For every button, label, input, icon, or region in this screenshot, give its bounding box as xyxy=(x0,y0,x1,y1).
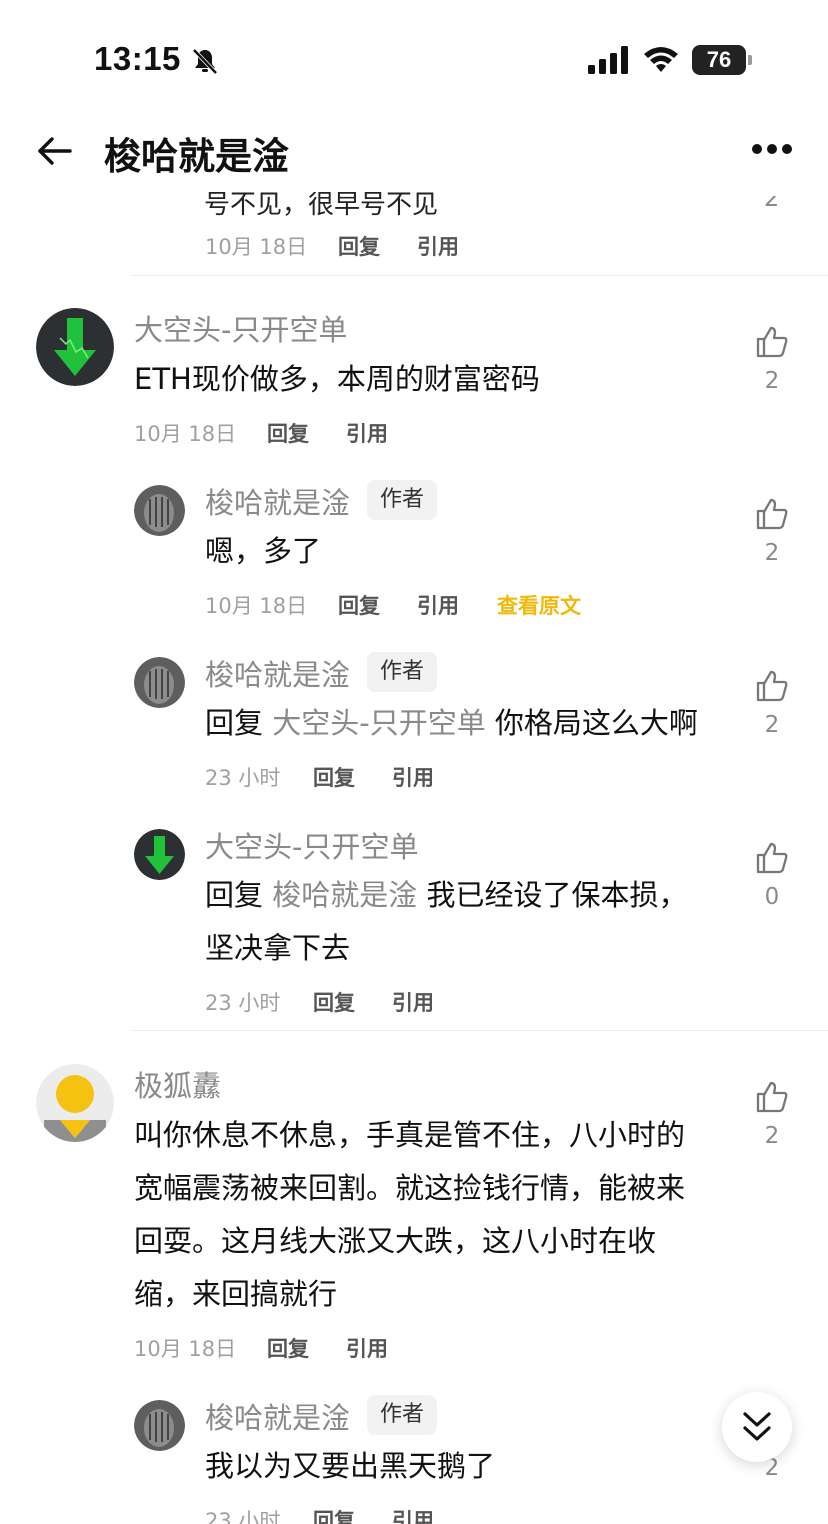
avatar[interactable] xyxy=(134,657,185,708)
avatar[interactable] xyxy=(36,308,114,386)
comment-date: 23 小时 xyxy=(205,991,281,1015)
like-count: 2 xyxy=(764,368,780,394)
quote-button[interactable]: 引用 xyxy=(417,590,459,620)
thumbs-up-icon[interactable] xyxy=(755,669,789,703)
comment-text-line: 叫你休息不休息，手真是管不住，八小时的 xyxy=(134,1118,686,1152)
like-count: 2 xyxy=(764,712,780,738)
cellular-signal-icon xyxy=(588,46,628,74)
divider xyxy=(132,1030,828,1031)
quote-button[interactable]: 引用 xyxy=(392,987,434,1017)
comment-text-line: 缩，来回搞就行 xyxy=(134,1277,338,1311)
reply-body: 你格局这么大啊 xyxy=(494,706,698,740)
divider xyxy=(132,275,828,276)
scroll-to-bottom-button[interactable] xyxy=(722,1392,792,1462)
quote-button[interactable]: 引用 xyxy=(346,1333,388,1363)
reply-body: 我已经设了保本损， xyxy=(426,878,688,912)
comment-author[interactable]: 梭哈就是淦 xyxy=(205,480,350,522)
comment-date: 10月 18日 xyxy=(205,594,308,618)
reply-button[interactable]: 回复 xyxy=(267,1333,309,1363)
like-count: 2 xyxy=(764,540,780,566)
comment-text: ETH现价做多，本周的财富密码 xyxy=(134,362,540,396)
comment-author[interactable]: 极狐纛 xyxy=(134,1063,221,1105)
more-icon[interactable] xyxy=(752,144,794,156)
bell-muted-icon xyxy=(192,48,218,75)
top-nav-bar: 梭哈就是淦 xyxy=(0,110,828,190)
reply-button[interactable]: 回复 xyxy=(313,1505,355,1524)
thumbs-up-icon[interactable] xyxy=(755,841,789,875)
status-bar: 13:15 76 xyxy=(0,0,828,110)
avatar[interactable] xyxy=(36,1064,114,1142)
reply-prefix: 回复 xyxy=(205,706,264,740)
battery-tip xyxy=(748,55,752,65)
comment-author[interactable]: 梭哈就是淦 xyxy=(205,652,350,694)
wifi-icon xyxy=(644,47,678,72)
thumbs-up-icon[interactable] xyxy=(755,325,789,359)
comment-date: 10月 18日 xyxy=(134,1337,237,1361)
comment-text-line: 回复 梭哈就是淦 我已经设了保本损， xyxy=(205,869,687,922)
quote-button[interactable]: 引用 xyxy=(392,1505,434,1524)
status-time: 13:15 xyxy=(94,40,181,77)
comment-date: 10月 18日 xyxy=(205,235,308,259)
comment-text-line: 坚决拿下去 xyxy=(205,931,351,965)
battery-indicator: 76 xyxy=(692,45,752,75)
comment-text-line: 回耍。这月线大涨又大跌，这八小时在收 xyxy=(134,1224,657,1258)
quote-button[interactable]: 引用 xyxy=(392,762,434,792)
reply-button[interactable]: 回复 xyxy=(313,762,355,792)
quote-button[interactable]: 引用 xyxy=(417,231,459,261)
reply-button[interactable]: 回复 xyxy=(338,231,380,261)
reply-button[interactable]: 回复 xyxy=(338,590,380,620)
author-badge: 作者 xyxy=(367,1395,438,1435)
like-count: 0 xyxy=(764,884,780,910)
comment-text-line: 宽幅震荡被来回割。就这捡钱行情，能被来 xyxy=(134,1171,686,1205)
chevron-double-down-icon xyxy=(743,1412,771,1441)
view-original-button[interactable]: 查看原文 xyxy=(497,590,581,620)
thumbs-up-icon[interactable] xyxy=(755,497,789,531)
reply-button[interactable]: 回复 xyxy=(313,987,355,1017)
reply-target-user[interactable]: 梭哈就是淦 xyxy=(272,878,417,912)
comment-text: 嗯，多了 xyxy=(205,534,322,568)
comment-date: 10月 18日 xyxy=(134,422,237,446)
comment-author[interactable]: 梭哈就是淦 xyxy=(205,1395,350,1437)
avatar[interactable] xyxy=(134,829,185,880)
comment-author[interactable]: 大空头-只开空单 xyxy=(205,824,418,866)
avatar[interactable] xyxy=(134,1400,185,1451)
comment-date: 23 小时 xyxy=(205,1509,281,1524)
back-arrow-icon[interactable] xyxy=(36,132,74,170)
avatar[interactable] xyxy=(134,485,185,536)
quote-button[interactable]: 引用 xyxy=(346,418,388,448)
reply-target-user[interactable]: 大空头-只开空单 xyxy=(272,706,485,740)
reply-prefix: 回复 xyxy=(205,878,264,912)
reply-button[interactable]: 回复 xyxy=(267,418,309,448)
thumbs-up-icon[interactable] xyxy=(755,1080,789,1114)
comment-text: 我以为又要出黑天鹅了 xyxy=(205,1449,496,1483)
author-badge: 作者 xyxy=(367,480,438,520)
page-title: 梭哈就是淦 xyxy=(104,135,289,178)
like-count: 2 xyxy=(764,1123,780,1149)
comment-author[interactable]: 大空头-只开空单 xyxy=(134,307,347,349)
comment-text: 回复 大空头-只开空单 你格局这么大啊 xyxy=(205,697,698,750)
comment-date: 23 小时 xyxy=(205,766,281,790)
author-badge: 作者 xyxy=(367,652,438,692)
battery-level: 76 xyxy=(692,45,746,75)
